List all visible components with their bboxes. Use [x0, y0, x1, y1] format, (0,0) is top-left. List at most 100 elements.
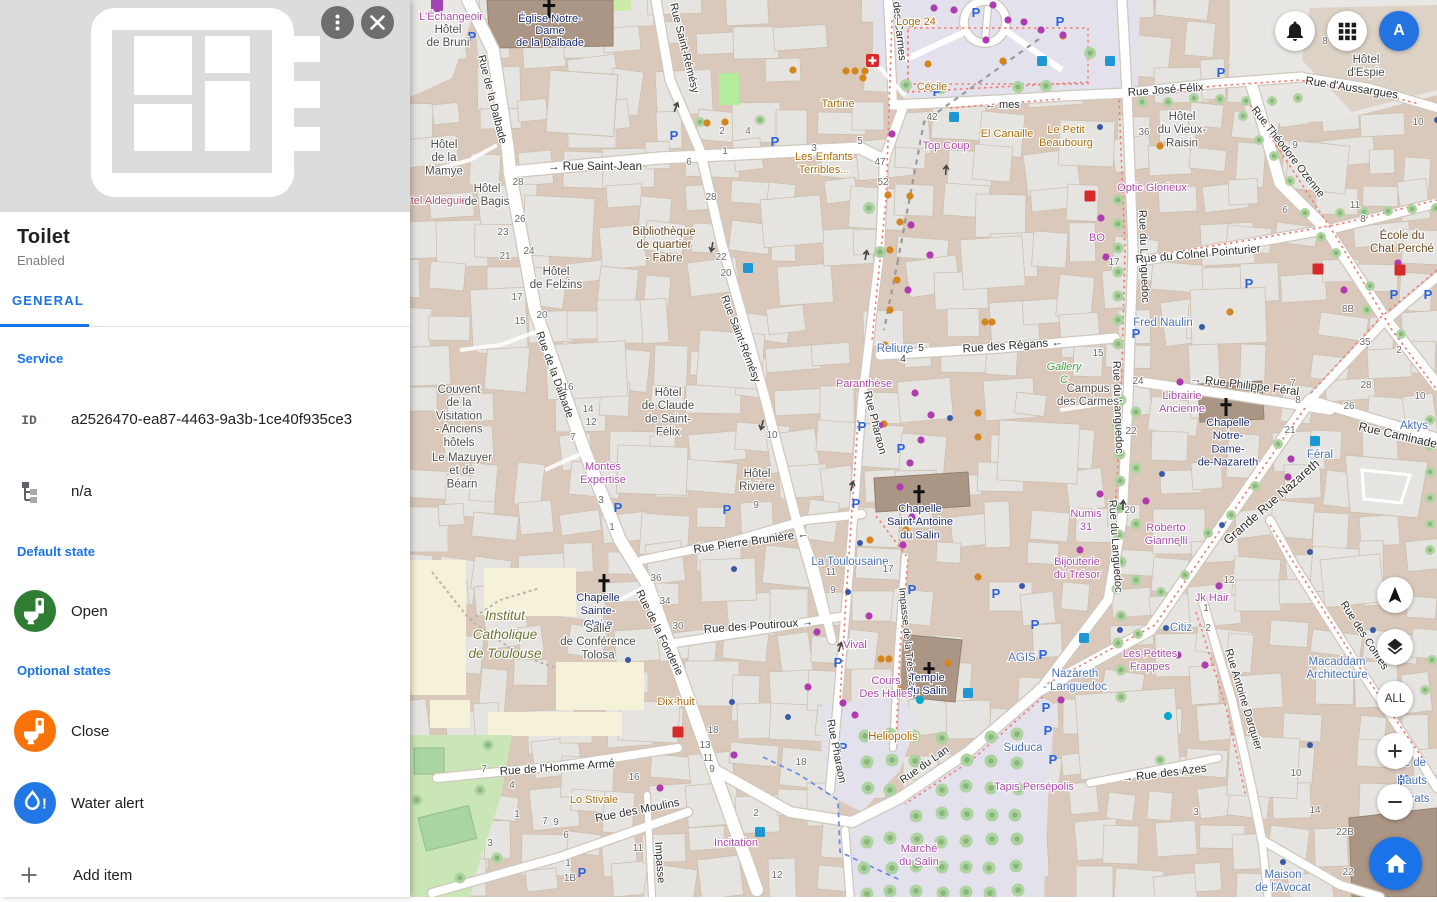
- svg-text:Chat Perché: Chat Perché: [1370, 243, 1434, 255]
- svg-text:7: 7: [542, 816, 548, 827]
- svg-text:P: P: [908, 582, 917, 597]
- svg-text:Loge 24: Loge 24: [896, 16, 936, 28]
- svg-text:P: P: [771, 134, 780, 149]
- svg-text:P: P: [1049, 752, 1058, 767]
- svg-text:→ Rue Saint-Jean: → Rue Saint-Jean: [548, 161, 642, 173]
- svg-text:Vival: Vival: [843, 639, 867, 651]
- svg-text:Rivière: Rivière: [739, 481, 775, 493]
- svg-text:de la Dalbade: de la Dalbade: [516, 37, 584, 49]
- svg-text:4: 4: [509, 780, 515, 791]
- svg-text:Mamye: Mamye: [425, 165, 463, 177]
- svg-text:26: 26: [1343, 401, 1355, 412]
- svg-text:de Felzins: de Felzins: [530, 279, 583, 291]
- svg-text:Chapelle: Chapelle: [1206, 417, 1249, 429]
- svg-text:des Carmes: des Carmes: [1057, 396, 1119, 408]
- svg-text:Hôtel: Hôtel: [655, 387, 682, 399]
- svg-text:20: 20: [720, 268, 732, 279]
- svg-text:de Saint-: de Saint-: [645, 413, 691, 425]
- svg-text:Lo Stivale: Lo Stivale: [570, 794, 618, 806]
- svg-text:8: 8: [1295, 395, 1301, 406]
- svg-text:Notre-: Notre-: [1213, 430, 1244, 442]
- svg-text:hôtels: hôtels: [444, 437, 475, 449]
- svg-text:P: P: [1039, 647, 1048, 662]
- svg-text:P: P: [1217, 65, 1226, 80]
- svg-text:17: 17: [511, 292, 523, 303]
- svg-text:11: 11: [826, 567, 837, 578]
- svg-text:P: P: [852, 496, 861, 511]
- svg-text:9: 9: [830, 585, 836, 596]
- svg-text:Suduca: Suduca: [1003, 742, 1043, 754]
- svg-text:3: 3: [811, 143, 817, 154]
- svg-text:Église Notre-: Église Notre-: [518, 12, 582, 25]
- svg-text:22B: 22B: [1336, 827, 1354, 838]
- svg-text:31: 31: [1080, 521, 1092, 533]
- svg-text:P: P: [992, 586, 1001, 601]
- svg-text:2: 2: [719, 126, 725, 137]
- svg-text:Architecture: Architecture: [1306, 669, 1367, 681]
- svg-text:Cécile: Cécile: [917, 81, 948, 93]
- svg-text:Beaubourg: Beaubourg: [1039, 137, 1093, 149]
- svg-text:Temple: Temple: [909, 672, 944, 684]
- svg-text:28: 28: [705, 192, 717, 203]
- svg-text:26: 26: [514, 214, 526, 225]
- svg-text:20: 20: [536, 310, 548, 321]
- svg-text:El Canaille: El Canaille: [981, 128, 1034, 140]
- svg-text:du Trésor: du Trésor: [1054, 569, 1101, 581]
- svg-text:2: 2: [1205, 623, 1211, 634]
- svg-text:de quartier: de quartier: [637, 239, 692, 251]
- svg-text:Numis: Numis: [1070, 508, 1102, 520]
- svg-text:15: 15: [514, 316, 526, 327]
- svg-text:35: 35: [1359, 337, 1371, 348]
- svg-text:Sainte-: Sainte-: [581, 605, 616, 617]
- svg-text:Chapelle: Chapelle: [898, 503, 941, 515]
- svg-text:1: 1: [1203, 603, 1209, 614]
- svg-text:22: 22: [1342, 867, 1354, 878]
- svg-text:Couvent: Couvent: [438, 384, 482, 396]
- svg-text:1: 1: [609, 522, 615, 533]
- svg-text:Incitation: Incitation: [714, 837, 758, 849]
- svg-text:Bijouterie: Bijouterie: [1054, 556, 1100, 568]
- svg-text:Le Petit: Le Petit: [1047, 124, 1084, 136]
- svg-text:6: 6: [1282, 205, 1288, 216]
- svg-text:Campus: Campus: [1067, 383, 1110, 395]
- svg-text:Le Mazuyer: Le Mazuyer: [432, 452, 492, 464]
- svg-text:8B: 8B: [1342, 304, 1355, 315]
- svg-text:Paranthèse: Paranthèse: [836, 378, 892, 390]
- svg-text:← mes: ← mes: [985, 99, 1020, 111]
- svg-text:28: 28: [1360, 380, 1372, 391]
- svg-text:10: 10: [1414, 391, 1426, 402]
- svg-text:Tolosa: Tolosa: [581, 649, 615, 661]
- svg-text:15: 15: [1092, 348, 1104, 359]
- svg-text:Salle: Salle: [585, 623, 611, 635]
- svg-text:Marché: Marché: [901, 843, 938, 855]
- svg-text:2: 2: [753, 808, 759, 819]
- svg-text:23: 23: [497, 227, 509, 238]
- svg-text:- Languedoc: - Languedoc: [1043, 681, 1107, 693]
- svg-text:10: 10: [1412, 117, 1424, 128]
- svg-text:et de: et de: [449, 465, 475, 477]
- svg-text:La Toulousaine: La Toulousaine: [811, 556, 888, 568]
- svg-text:18: 18: [795, 757, 807, 768]
- svg-text:Saint-Antoine: Saint-Antoine: [887, 516, 953, 528]
- svg-text:Macaddam: Macaddam: [1309, 656, 1366, 668]
- svg-text:de l'Avocat: de l'Avocat: [1255, 882, 1311, 894]
- svg-text:de la: de la: [447, 397, 473, 409]
- svg-text:Visitation: Visitation: [436, 410, 482, 422]
- svg-text:- Anciens: - Anciens: [435, 424, 483, 436]
- svg-text:1B: 1B: [564, 873, 577, 884]
- svg-text:21: 21: [499, 251, 511, 262]
- svg-text:10: 10: [1290, 768, 1302, 779]
- svg-text:- Fabre: - Fabre: [645, 252, 682, 264]
- svg-text:Tapis Persépolis: Tapis Persépolis: [994, 781, 1075, 793]
- svg-text:Optic Glorieux: Optic Glorieux: [1117, 182, 1187, 194]
- svg-text:P: P: [972, 5, 981, 20]
- svg-text:36: 36: [1138, 127, 1150, 138]
- svg-text:du Vieux-: du Vieux-: [1158, 124, 1207, 136]
- svg-text:Félix: Félix: [656, 427, 681, 439]
- svg-text:12: 12: [771, 870, 783, 881]
- svg-text:10: 10: [766, 430, 778, 441]
- svg-text:de Bagis: de Bagis: [465, 196, 510, 208]
- svg-text:3: 3: [487, 838, 493, 849]
- svg-text:9: 9: [553, 817, 559, 828]
- svg-text:P: P: [614, 500, 623, 515]
